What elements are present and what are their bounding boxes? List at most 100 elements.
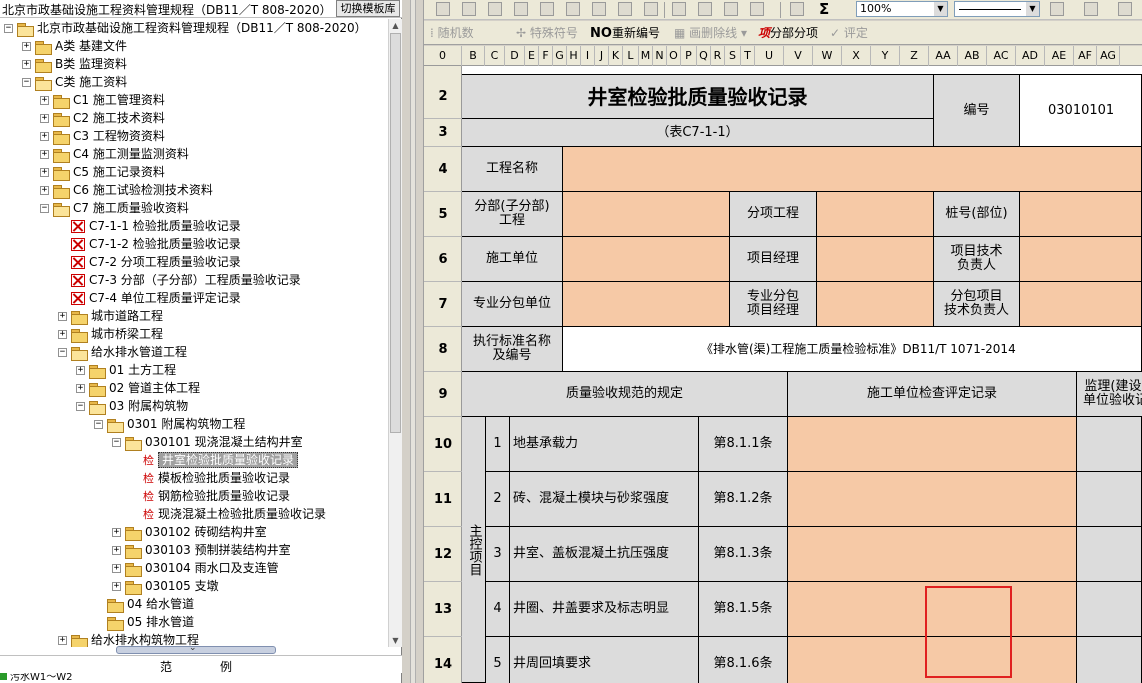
tree-node[interactable]: − 030101 现浇混凝土结构井室 bbox=[112, 433, 303, 451]
indent-icon[interactable] bbox=[724, 2, 738, 16]
column-header[interactable]: G bbox=[553, 46, 567, 66]
tree-node[interactable]: 检井室检验批质量验收记录 bbox=[130, 451, 299, 469]
tree-node[interactable]: 检模板检验批质量验收记录 bbox=[130, 469, 290, 487]
row-header[interactable]: 9 bbox=[424, 372, 462, 417]
item-supervisor-field[interactable] bbox=[1077, 472, 1142, 527]
sub-contractor-label[interactable]: 专业分包单位 bbox=[462, 282, 563, 327]
row-header[interactable]: 6 bbox=[424, 237, 462, 282]
align-justify-icon[interactable] bbox=[698, 2, 712, 16]
expand-icon[interactable]: + bbox=[112, 528, 121, 537]
pane-splitter[interactable] bbox=[402, 0, 424, 683]
tree-node[interactable]: − 0301 附属构筑物工程 bbox=[94, 415, 245, 433]
merge-cells-icon[interactable] bbox=[462, 2, 476, 16]
row-header[interactable]: 5 bbox=[424, 192, 462, 237]
column-header[interactable]: B bbox=[462, 46, 485, 66]
column-header[interactable]: AG bbox=[1097, 46, 1120, 66]
row-header[interactable]: 12 bbox=[424, 527, 462, 582]
column-header[interactable]: E bbox=[525, 46, 539, 66]
tree-node[interactable]: C7-1-1 检验批质量验收记录 bbox=[58, 217, 241, 235]
item-requirement[interactable]: 井圈、井盖要求及标志明显 bbox=[510, 582, 699, 637]
form-subtitle[interactable]: （表C7-1-1） bbox=[462, 119, 934, 147]
scroll-up-icon[interactable]: ▲ bbox=[389, 19, 402, 32]
item-supervisor-field[interactable] bbox=[1077, 527, 1142, 582]
sum-icon[interactable]: Σ bbox=[819, 0, 829, 18]
tree-node[interactable]: C7-1-2 检验批质量验收记录 bbox=[58, 235, 241, 253]
tree-node[interactable]: + C6 施工试验检测技术资料 bbox=[40, 181, 213, 199]
scroll-down-icon[interactable]: ▼ bbox=[389, 634, 402, 647]
tree-node[interactable]: C7-3 分部（子分部）工程质量验收记录 bbox=[58, 271, 301, 289]
item-clause[interactable]: 第8.1.1条 bbox=[699, 417, 788, 472]
image-icon[interactable] bbox=[566, 2, 580, 16]
item-requirement[interactable]: 井室、盖板混凝土抗压强度 bbox=[510, 527, 699, 582]
record-header[interactable]: 施工单位检查评定记录 bbox=[788, 372, 1077, 417]
zoom-select[interactable]: 100% ▼ bbox=[856, 1, 948, 17]
column-header[interactable]: J bbox=[595, 46, 609, 66]
item-clause[interactable]: 第8.1.2条 bbox=[699, 472, 788, 527]
column-header[interactable]: Q bbox=[697, 46, 711, 66]
format-painter-icon[interactable] bbox=[436, 2, 450, 16]
sub-tech-label[interactable]: 分包项目 技术负责人 bbox=[934, 282, 1020, 327]
column-header[interactable]: 0 bbox=[424, 46, 462, 66]
supervisor-header[interactable]: 监理(建设) 单位验收记 bbox=[1077, 372, 1142, 417]
split-cells-icon[interactable] bbox=[488, 2, 502, 16]
tech-lead-field[interactable] bbox=[1020, 237, 1142, 282]
contractor-label[interactable]: 施工单位 bbox=[462, 237, 563, 282]
expand-icon[interactable]: + bbox=[76, 384, 85, 393]
tree-node[interactable]: + C5 施工记录资料 bbox=[40, 163, 165, 181]
tree-node[interactable]: 检现浇混凝土检验批质量验收记录 bbox=[130, 505, 326, 523]
expand-icon[interactable]: + bbox=[40, 132, 49, 141]
expand-icon[interactable]: + bbox=[22, 42, 31, 51]
pile-no-label[interactable]: 桩号(部位) bbox=[934, 192, 1020, 237]
section-item-button[interactable]: 项分部分项 bbox=[758, 25, 818, 41]
legend-item[interactable]: 污水W1～W2 bbox=[0, 673, 402, 683]
column-header[interactable]: AE bbox=[1045, 46, 1074, 66]
tree-collapse-handle[interactable]: ⌄ bbox=[116, 643, 276, 654]
collapse-icon[interactable]: − bbox=[4, 24, 13, 33]
sub-pm-field[interactable] bbox=[817, 282, 934, 327]
column-header[interactable]: R bbox=[711, 46, 725, 66]
item-supervisor-field[interactable] bbox=[1077, 417, 1142, 472]
tree-node[interactable]: + C1 施工管理资料 bbox=[40, 91, 165, 109]
sub-item-field[interactable] bbox=[817, 192, 934, 237]
sub-contractor-field[interactable] bbox=[563, 282, 730, 327]
cell-border-icon[interactable] bbox=[1084, 2, 1098, 16]
form-grid[interactable]: 井室检验批质量验收记录 （表C7-1-1） 编号 03010101 工程名称 分… bbox=[462, 66, 1142, 683]
evaluate-button[interactable]: ✓ 评定 bbox=[830, 25, 868, 41]
column-header[interactable]: I bbox=[581, 46, 595, 66]
item-supervisor-field[interactable] bbox=[1077, 637, 1142, 683]
item-number[interactable]: 1 bbox=[486, 417, 510, 472]
tree-node[interactable]: + 给水排水构筑物工程 bbox=[58, 631, 199, 647]
form-title[interactable]: 井室检验批质量验收记录 bbox=[462, 74, 934, 119]
random-number-button[interactable]: ⁞ 随机数 bbox=[430, 25, 474, 41]
line-style-select[interactable]: ▼ bbox=[954, 1, 1040, 17]
main-items-label[interactable]: 主控项目 bbox=[462, 417, 486, 683]
expand-icon[interactable]: + bbox=[40, 186, 49, 195]
row-header[interactable]: 14 bbox=[424, 637, 462, 683]
tree-node[interactable]: +02 管道主体工程 bbox=[76, 379, 200, 397]
spec-header[interactable]: 质量验收规范的规定 bbox=[462, 372, 788, 417]
sub-tech-field[interactable] bbox=[1020, 282, 1142, 327]
column-header[interactable]: F bbox=[539, 46, 553, 66]
sub-pm-label[interactable]: 专业分包 项目经理 bbox=[730, 282, 817, 327]
column-header[interactable]: U bbox=[755, 46, 784, 66]
expand-icon[interactable]: + bbox=[112, 564, 121, 573]
tree-node[interactable]: − 给水排水管道工程 bbox=[58, 343, 187, 361]
tech-lead-label[interactable]: 项目技术 负责人 bbox=[934, 237, 1020, 282]
special-symbol-button[interactable]: ✢ 特殊符号 bbox=[516, 25, 578, 41]
project-name-field[interactable] bbox=[563, 147, 1142, 192]
tree-node[interactable]: + C2 施工技术资料 bbox=[40, 109, 165, 127]
tree-node[interactable]: + C3 工程物资资料 bbox=[40, 127, 165, 145]
column-header[interactable]: Y bbox=[871, 46, 900, 66]
column-header[interactable]: O bbox=[667, 46, 681, 66]
tree-node[interactable]: − 03 附属构筑物 bbox=[76, 397, 188, 415]
item-supervisor-field[interactable] bbox=[1077, 582, 1142, 637]
scrollbar-thumb[interactable] bbox=[390, 33, 401, 433]
collapse-icon[interactable]: − bbox=[58, 348, 67, 357]
column-header[interactable]: P bbox=[681, 46, 697, 66]
sort-icon[interactable] bbox=[540, 2, 554, 16]
column-header[interactable]: S bbox=[725, 46, 741, 66]
lock-icon[interactable] bbox=[644, 2, 658, 16]
renumber-button[interactable]: NO重新编号 bbox=[590, 25, 660, 41]
row-header[interactable]: 7 bbox=[424, 282, 462, 327]
tree-node[interactable]: C7-2 分项工程质量验收记录 bbox=[58, 253, 241, 271]
